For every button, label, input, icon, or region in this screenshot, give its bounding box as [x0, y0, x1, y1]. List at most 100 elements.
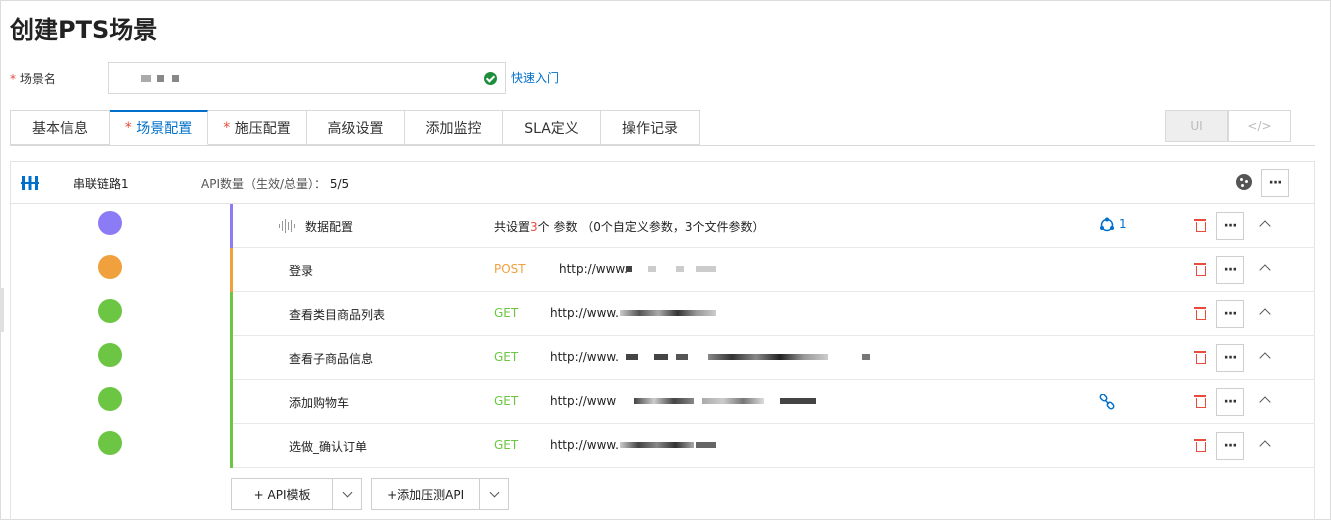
- ui-view-toggle[interactable]: UI: [1165, 110, 1228, 142]
- api-name: 查看类目商品列表: [289, 308, 386, 322]
- required-mark: *: [10, 72, 16, 86]
- row-more-button[interactable]: ···: [1216, 300, 1244, 328]
- redacted-url: [654, 354, 668, 360]
- chevron-up-icon[interactable]: [1259, 264, 1271, 276]
- trash-icon[interactable]: [1194, 219, 1206, 232]
- row-color-bar: [230, 292, 233, 336]
- row-color-bar: [230, 380, 233, 424]
- trash-icon[interactable]: [1194, 395, 1206, 408]
- redacted-text: [172, 75, 179, 82]
- api-url: http://www.: [550, 350, 619, 364]
- redacted-url: [676, 354, 688, 360]
- row-more-button[interactable]: ···: [1216, 344, 1244, 372]
- chevron-up-icon[interactable]: [1259, 308, 1271, 320]
- api-method: GET: [494, 394, 519, 408]
- api-dot: [98, 299, 122, 323]
- api-url: http://www.: [559, 262, 628, 276]
- tab-label: 基本信息: [32, 120, 88, 137]
- api-method: GET: [494, 350, 519, 364]
- left-resize-handle[interactable]: [0, 288, 4, 332]
- api-url: http://www.: [550, 306, 619, 320]
- tab-add-monitor[interactable]: 添加监控: [405, 110, 503, 145]
- api-row[interactable]: 查看类目商品列表 GET http://www. ···: [230, 292, 1315, 336]
- summary-suffix: 个 参数 （0个自定义参数，3个文件参数）: [537, 220, 765, 234]
- tab-operation-log[interactable]: 操作记录: [601, 110, 700, 145]
- share-node-icon[interactable]: [1099, 217, 1115, 233]
- tab-label: 施压配置: [234, 120, 291, 137]
- api-row[interactable]: 添加购物车 GET http://www ···: [230, 380, 1315, 424]
- row-more-button[interactable]: ···: [1216, 388, 1244, 416]
- chain-header: 串联链路1 API数量（生效/总量）： 5/5 ···: [11, 162, 1314, 204]
- api-method: GET: [494, 438, 519, 452]
- api-count-value: 5/5: [329, 177, 350, 191]
- redacted-url: [696, 442, 716, 448]
- redacted-url: [648, 266, 656, 272]
- chevron-up-icon[interactable]: [1259, 396, 1271, 408]
- scene-name-text: 场景名: [19, 72, 56, 86]
- chevron-up-icon[interactable]: [1259, 220, 1271, 232]
- add-api-dropdown[interactable]: [480, 479, 508, 509]
- chevron-up-icon[interactable]: [1259, 352, 1271, 364]
- redacted-text: [141, 75, 151, 82]
- trash-icon[interactable]: [1194, 263, 1206, 276]
- summary-count: 3: [530, 220, 538, 234]
- tab-scene-config[interactable]: * 场景配置: [110, 110, 208, 145]
- tab-label: SLA定义: [524, 120, 579, 137]
- redacted-url: [862, 354, 870, 360]
- tab-basic-info[interactable]: 基本信息: [10, 110, 110, 145]
- required-mark: *: [124, 120, 132, 136]
- link-icon[interactable]: [1099, 394, 1115, 410]
- tab-sla-definition[interactable]: SLA定义: [503, 110, 601, 145]
- redacted-url: [620, 310, 716, 316]
- redacted-url: [626, 354, 638, 360]
- required-mark: *: [223, 119, 231, 136]
- redacted-text: [157, 75, 164, 82]
- row-color-bar: [230, 424, 233, 468]
- chevron-down-icon: [342, 487, 353, 497]
- trash-icon[interactable]: [1194, 351, 1206, 364]
- api-dot: [98, 343, 122, 367]
- share-count: 1: [1119, 217, 1127, 231]
- quick-start-link[interactable]: 快速入门: [511, 69, 559, 86]
- row-more-button[interactable]: ···: [1216, 256, 1244, 284]
- row-more-button[interactable]: ···: [1216, 432, 1244, 460]
- redacted-url: [780, 398, 816, 404]
- api-count: API数量（生效/总量）： 5/5: [201, 175, 349, 192]
- add-api-button[interactable]: +添加压测API: [371, 478, 509, 510]
- chevron-down-icon: [489, 487, 500, 497]
- tab-label: 添加监控: [425, 120, 482, 137]
- api-name: 选做_确认订单: [289, 440, 368, 454]
- add-api-label: +添加压测API: [372, 479, 481, 509]
- tab-divider: [10, 145, 1315, 146]
- api-template-dropdown[interactable]: [333, 479, 361, 509]
- api-template-label: + API模板: [232, 479, 334, 509]
- row-color-bar: [230, 248, 233, 292]
- api-method: GET: [494, 306, 519, 320]
- trash-icon[interactable]: [1194, 439, 1206, 452]
- api-name: 登录: [289, 264, 314, 278]
- redacted-url: [676, 266, 684, 272]
- trash-icon[interactable]: [1194, 307, 1206, 320]
- api-template-button[interactable]: + API模板: [231, 478, 362, 510]
- api-row[interactable]: 登录 POST http://www. ···: [230, 248, 1315, 292]
- api-row[interactable]: 查看子商品信息 GET http://www. ···: [230, 336, 1315, 380]
- tab-advanced-settings[interactable]: 高级设置: [307, 110, 405, 145]
- api-name: 查看子商品信息: [289, 352, 374, 366]
- chain-more-button[interactable]: ···: [1261, 169, 1289, 197]
- api-url: http://www.: [550, 438, 619, 452]
- row-color-bar: [230, 336, 233, 380]
- chevron-up-icon[interactable]: [1259, 440, 1271, 452]
- code-view-toggle[interactable]: </>: [1228, 110, 1291, 142]
- cookie-icon[interactable]: [1236, 174, 1252, 190]
- scene-name-label: * 场景名: [10, 70, 56, 87]
- tab-bar: 基本信息 * 场景配置 * 施压配置 高级设置 添加监控 SLA定义 操作记录: [10, 110, 700, 145]
- row-more-button[interactable]: ···: [1216, 212, 1244, 240]
- page-title: 创建PTS场景: [10, 16, 158, 44]
- tab-load-config[interactable]: * 施压配置: [208, 110, 307, 145]
- data-config-row[interactable]: 数据配置 共设置3个 参数 （0个自定义参数，3个文件参数） 1 ···: [230, 204, 1315, 248]
- scene-name-input[interactable]: [108, 62, 506, 94]
- summary-prefix: 共设置: [494, 220, 531, 234]
- redacted-url: [626, 266, 632, 272]
- api-row[interactable]: 选做_确认订单 GET http://www. ···: [230, 424, 1315, 468]
- serial-chain-icon: [21, 176, 39, 190]
